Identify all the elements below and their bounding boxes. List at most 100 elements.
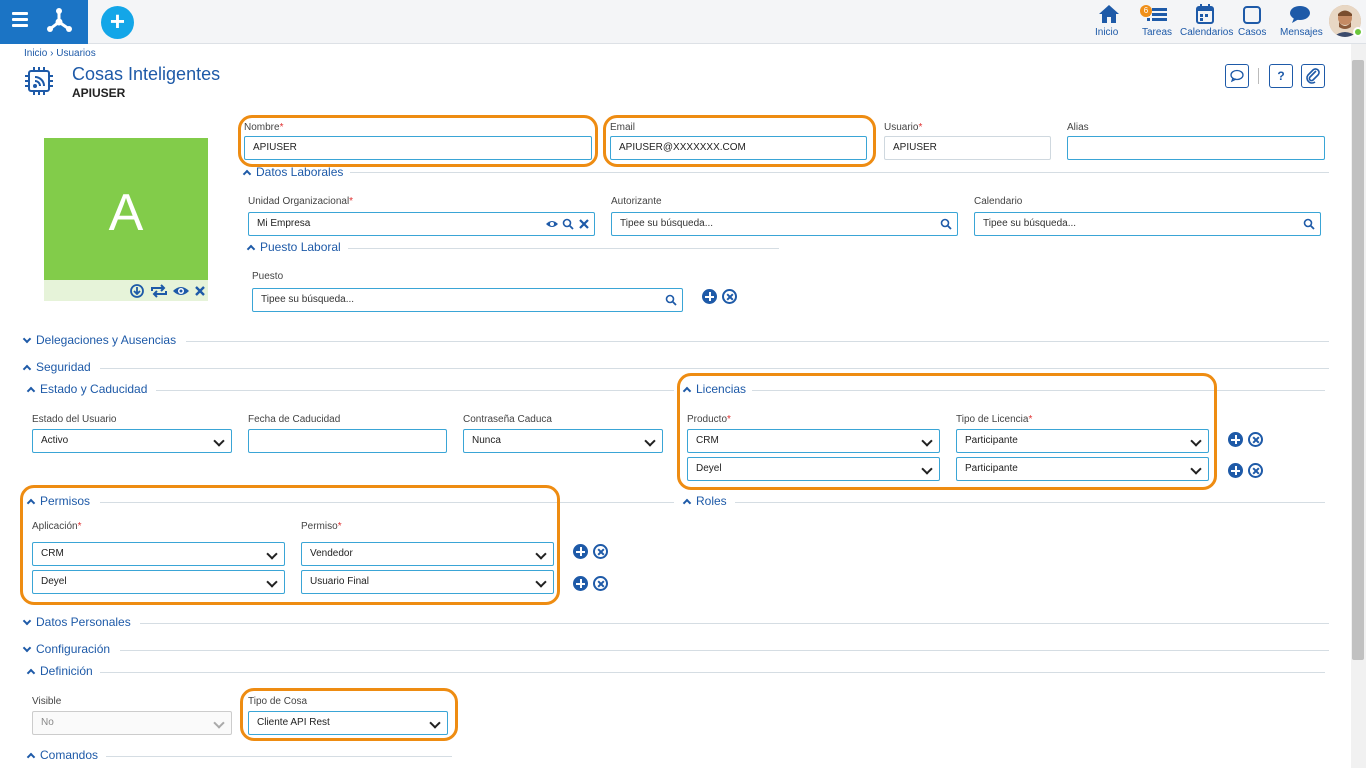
usuario-input[interactable]: APIUSER (884, 136, 1051, 160)
clear-icon[interactable] (579, 219, 589, 229)
section-definicion[interactable]: Definición (26, 664, 93, 678)
add-button[interactable]: + (101, 6, 134, 39)
brand-logo-icon[interactable] (44, 7, 74, 37)
divider (100, 502, 674, 503)
usuario-label: Usuario* (884, 122, 923, 133)
nav-casos[interactable]: Casos (1238, 4, 1266, 38)
permiso-select[interactable]: Usuario Final (301, 570, 554, 594)
header-separator (1258, 68, 1259, 84)
tipo-cosa-select[interactable]: Cliente API Rest (248, 711, 448, 735)
section-estado-caducidad[interactable]: Estado y Caducidad (26, 382, 147, 396)
download-icon[interactable] (130, 284, 144, 298)
section-puesto-laboral[interactable]: Puesto Laboral (246, 240, 341, 254)
section-datos-laborales[interactable]: Datos Laborales (242, 165, 343, 179)
add-permiso-icon[interactable] (573, 544, 588, 559)
section-delegaciones[interactable]: Delegaciones y Ausencias (22, 333, 176, 347)
rotate-icon[interactable] (150, 284, 168, 298)
puesto-label: Puesto (252, 271, 284, 282)
menu-icon[interactable] (12, 12, 28, 32)
tipo-licencia-label: Tipo de Licencia* (956, 414, 1033, 425)
remove-licencia-icon[interactable] (1248, 432, 1263, 447)
remove-photo-icon[interactable] (194, 284, 206, 298)
add-licencia-icon[interactable] (1228, 463, 1243, 478)
puesto-input[interactable]: Tipee su búsqueda... (252, 288, 683, 312)
nombre-label: Nombre* (244, 122, 284, 133)
view-icon[interactable] (172, 284, 190, 298)
calendario-label: Calendario (974, 196, 1023, 207)
unidad-input[interactable]: Mi Empresa (248, 212, 595, 236)
contrasena-select[interactable]: Nunca (463, 429, 663, 453)
remove-puesto-icon[interactable] (722, 289, 737, 304)
smart-thing-icon (25, 67, 53, 95)
scrollbar-thumb[interactable] (1352, 60, 1364, 660)
eye-icon[interactable] (546, 219, 558, 229)
section-licencias[interactable]: Licencias (682, 382, 746, 396)
fecha-caducidad-label: Fecha de Caducidad (248, 414, 341, 425)
nav-tareas[interactable]: 6 Tareas (1140, 4, 1172, 38)
email-label: Email (610, 122, 636, 133)
section-seguridad[interactable]: Seguridad (22, 360, 91, 374)
remove-licencia-icon[interactable] (1248, 463, 1263, 478)
visible-label: Visible (32, 696, 62, 707)
nav-calendarios[interactable]: Calendarios (1180, 4, 1233, 38)
visible-select[interactable]: No (32, 711, 232, 735)
nav-label: Casos (1238, 27, 1267, 38)
page-subtitle: APIUSER (72, 86, 126, 100)
help-button[interactable]: ? (1269, 64, 1293, 88)
divider (735, 502, 1325, 503)
nombre-input[interactable]: APIUSER (244, 136, 592, 160)
tipo-licencia-select[interactable]: Participante (956, 429, 1209, 453)
remove-permiso-icon[interactable] (593, 576, 608, 591)
breadcrumb[interactable]: Inicio › Usuarios (24, 48, 96, 59)
nav-label: Tareas (1142, 27, 1173, 38)
autorizante-label: Autorizante (611, 196, 662, 207)
nav-inicio[interactable]: Inicio (1095, 4, 1123, 38)
section-configuracion[interactable]: Configuración (22, 642, 110, 656)
section-permisos[interactable]: Permisos (26, 494, 90, 508)
producto-label: Producto* (687, 414, 731, 425)
permiso-label: Permiso* (301, 521, 342, 532)
calendar-icon (1196, 4, 1214, 24)
logo-block (0, 0, 88, 44)
nav-mensajes[interactable]: Mensajes (1280, 4, 1323, 38)
divider (106, 756, 452, 757)
producto-select[interactable]: CRM (687, 429, 940, 453)
aplicacion-select[interactable]: CRM (32, 542, 285, 566)
alias-input[interactable] (1067, 136, 1325, 160)
producto-select[interactable]: Deyel (687, 457, 940, 481)
contrasena-label: Contraseña Caduca (463, 414, 552, 425)
photo-toolbar (44, 280, 208, 301)
aplicacion-label: Aplicación* (32, 521, 82, 532)
divider (156, 390, 674, 391)
cases-icon (1243, 6, 1261, 24)
divider (752, 390, 1325, 391)
fecha-caducidad-input[interactable] (248, 429, 447, 453)
search-icon[interactable] (1303, 218, 1315, 230)
remove-permiso-icon[interactable] (593, 544, 608, 559)
divider (348, 248, 779, 249)
divider (140, 623, 1329, 624)
add-permiso-icon[interactable] (573, 576, 588, 591)
estado-select[interactable]: Activo (32, 429, 232, 453)
add-puesto-icon[interactable] (702, 289, 717, 304)
add-licencia-icon[interactable] (1228, 432, 1243, 447)
section-comandos[interactable]: Comandos (26, 748, 98, 762)
comment-icon (1230, 69, 1244, 83)
online-status-icon (1353, 27, 1363, 37)
page-title: Cosas Inteligentes (72, 64, 221, 84)
comments-button[interactable] (1225, 64, 1249, 88)
tipo-licencia-select[interactable]: Participante (956, 457, 1209, 481)
nav-label: Inicio (1095, 27, 1119, 38)
search-icon[interactable] (665, 294, 677, 306)
aplicacion-select[interactable]: Deyel (32, 570, 285, 594)
calendario-input[interactable]: Tipee su búsqueda... (974, 212, 1321, 236)
search-icon[interactable] (940, 218, 952, 230)
tasks-badge: 6 (1140, 5, 1152, 17)
section-datos-personales[interactable]: Datos Personales (22, 615, 131, 629)
autorizante-input[interactable]: Tipee su búsqueda... (611, 212, 958, 236)
search-icon[interactable] (562, 218, 574, 230)
email-input[interactable]: APIUSER@XXXXXXX.COM (610, 136, 867, 160)
section-roles[interactable]: Roles (682, 494, 727, 508)
attachments-button[interactable] (1301, 64, 1325, 88)
permiso-select[interactable]: Vendedor (301, 542, 554, 566)
